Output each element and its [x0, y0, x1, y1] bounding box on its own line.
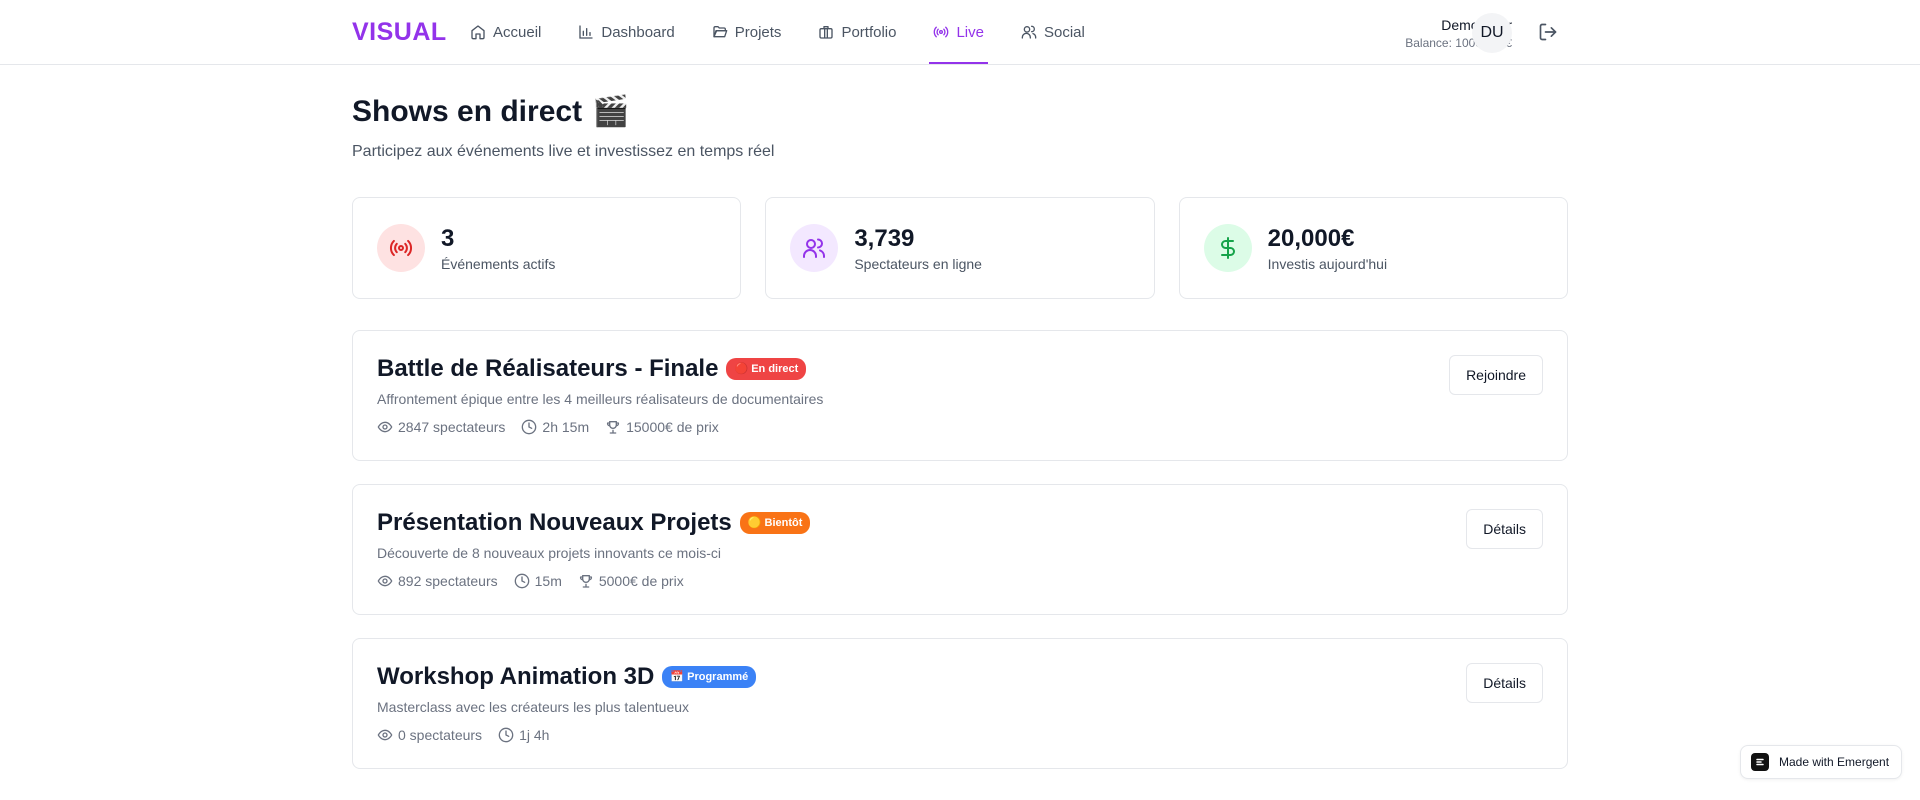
event-viewers: 2847 spectateurs [377, 419, 505, 435]
details-button[interactable]: Détails [1466, 663, 1543, 703]
nav-item-label: Accueil [493, 23, 542, 41]
eye-icon [377, 421, 393, 433]
nav-item-label: Social [1044, 23, 1085, 41]
eye-icon [377, 575, 393, 587]
stat-icon-wrapper [790, 224, 839, 272]
status-badge-live: 🔴 En direct [726, 358, 807, 380]
nav-item-accueil[interactable]: Accueil [466, 0, 545, 64]
event-card-battle: Battle de Réalisateurs - Finale 🔴 En dir… [352, 330, 1568, 461]
avatar[interactable]: DU [1472, 13, 1512, 53]
nav-item-label: Live [956, 23, 984, 41]
event-description: Masterclass avec les créateurs les plus … [377, 699, 690, 715]
join-button[interactable]: Rejoindre [1449, 355, 1543, 395]
event-duration: 2h 15m [521, 419, 589, 435]
nav-item-projets[interactable]: Projets [708, 0, 786, 64]
logout-icon [1539, 23, 1557, 41]
stat-label: Événements actifs [441, 255, 556, 272]
users-icon [1021, 25, 1037, 39]
home-icon [471, 25, 485, 40]
radio-icon [934, 26, 949, 38]
stat-value: 3,739 [854, 224, 915, 252]
events-list: Battle de Réalisateurs - Finale 🔴 En dir… [352, 330, 1568, 792]
emergent-logo-icon [1751, 753, 1769, 771]
event-meta: 892 spectateurs 15m 5000€ de prix [377, 573, 1543, 589]
bar-chart-icon [579, 25, 594, 39]
event-duration-text: 1j 4h [519, 727, 550, 743]
nav-item-dashboard[interactable]: Dashboard [574, 0, 678, 64]
event-title: Battle de Réalisateurs - Finale [377, 355, 719, 382]
event-viewers: 892 spectateurs [377, 573, 498, 589]
nav-item-social[interactable]: Social [1017, 0, 1089, 64]
app-logo[interactable]: VISUAL [352, 18, 447, 47]
event-prize: 15000€ de prix [605, 419, 719, 435]
dollar-icon [1220, 237, 1235, 259]
status-badge-scheduled: 📅 Programmé [662, 666, 757, 688]
stat-value: 20,000€ [1267, 224, 1355, 252]
stat-card-invested-today: 20,000€ Investis aujourd'hui [1178, 197, 1568, 299]
event-meta: 2847 spectateurs 2h 15m 15000€ de prix [377, 419, 1543, 435]
nav-item-live[interactable]: Live [929, 0, 988, 64]
clock-icon [522, 419, 537, 435]
event-meta: 0 spectateurs 1j 4h [377, 727, 1543, 743]
logout-button[interactable] [1538, 22, 1558, 42]
nav-item-label: Dashboard [601, 23, 675, 41]
trophy-icon [579, 575, 592, 588]
stat-icon-wrapper [377, 224, 425, 272]
nav-item-label: Projets [734, 23, 782, 41]
stats-row: 3 Événements actifs 3,739 Spectateurs en… [352, 197, 1568, 299]
event-description: Affrontement épique entre les 4 meilleur… [377, 391, 824, 407]
trophy-icon [607, 421, 620, 434]
stat-icon-wrapper [1203, 224, 1252, 272]
event-viewers-text: 892 spectateurs [398, 573, 498, 589]
event-viewers-text: 0 spectateurs [398, 727, 483, 743]
event-duration-text: 2h 15m [542, 419, 590, 435]
stat-value: 3 [441, 224, 455, 252]
page-title-text: Shows en direct [352, 94, 583, 128]
folder-open-icon [713, 26, 728, 38]
details-button[interactable]: Détails [1466, 509, 1543, 549]
stat-card-active-events: 3 Événements actifs [352, 197, 742, 299]
event-card-workshop: Workshop Animation 3D 📅 Programmé Master… [352, 638, 1568, 769]
main-nav: Accueil Dashboard Projets Portfolio Live… [466, 0, 1118, 64]
nav-item-label: Portfolio [841, 23, 897, 41]
nav-item-portfolio[interactable]: Portfolio [814, 0, 900, 64]
users-icon [803, 238, 826, 258]
event-prize: 5000€ de prix [578, 573, 684, 589]
page-title: Shows en direct 🎬 [352, 94, 629, 129]
page-subtitle: Participez aux événements live et invest… [352, 143, 775, 160]
event-viewers: 0 spectateurs [377, 727, 482, 743]
briefcase-icon [819, 26, 834, 39]
event-duration: 15m [514, 573, 562, 589]
event-duration: 1j 4h [498, 727, 549, 743]
stat-label: Investis aujourd'hui [1267, 255, 1388, 272]
clock-icon [498, 727, 514, 743]
eye-icon [377, 729, 393, 741]
clapper-board-icon: 🎬 [592, 95, 630, 128]
status-badge-soon: 🟡 Bientôt [739, 512, 811, 534]
event-title: Workshop Animation 3D [377, 663, 655, 690]
made-with-badge[interactable]: Made with Emergent [1740, 745, 1903, 779]
radio-icon [389, 239, 413, 257]
event-prize-text: 15000€ de prix [626, 419, 719, 435]
clock-icon [514, 573, 529, 589]
stat-card-viewers-online: 3,739 Spectateurs en ligne [765, 197, 1155, 299]
event-viewers-text: 2847 spectateurs [398, 419, 506, 435]
event-prize-text: 5000€ de prix [598, 573, 684, 589]
event-description: Découverte de 8 nouveaux projets innovan… [377, 545, 721, 561]
stat-label: Spectateurs en ligne [854, 255, 982, 272]
made-with-label: Made with Emergent [1779, 755, 1890, 769]
event-title: Présentation Nouveaux Projets [377, 509, 732, 536]
top-navbar: VISUAL Accueil Dashboard Projets Portfol… [0, 0, 1920, 65]
event-duration-text: 15m [534, 573, 562, 589]
event-card-presentation: Présentation Nouveaux Projets 🟡 Bientôt … [352, 484, 1568, 615]
